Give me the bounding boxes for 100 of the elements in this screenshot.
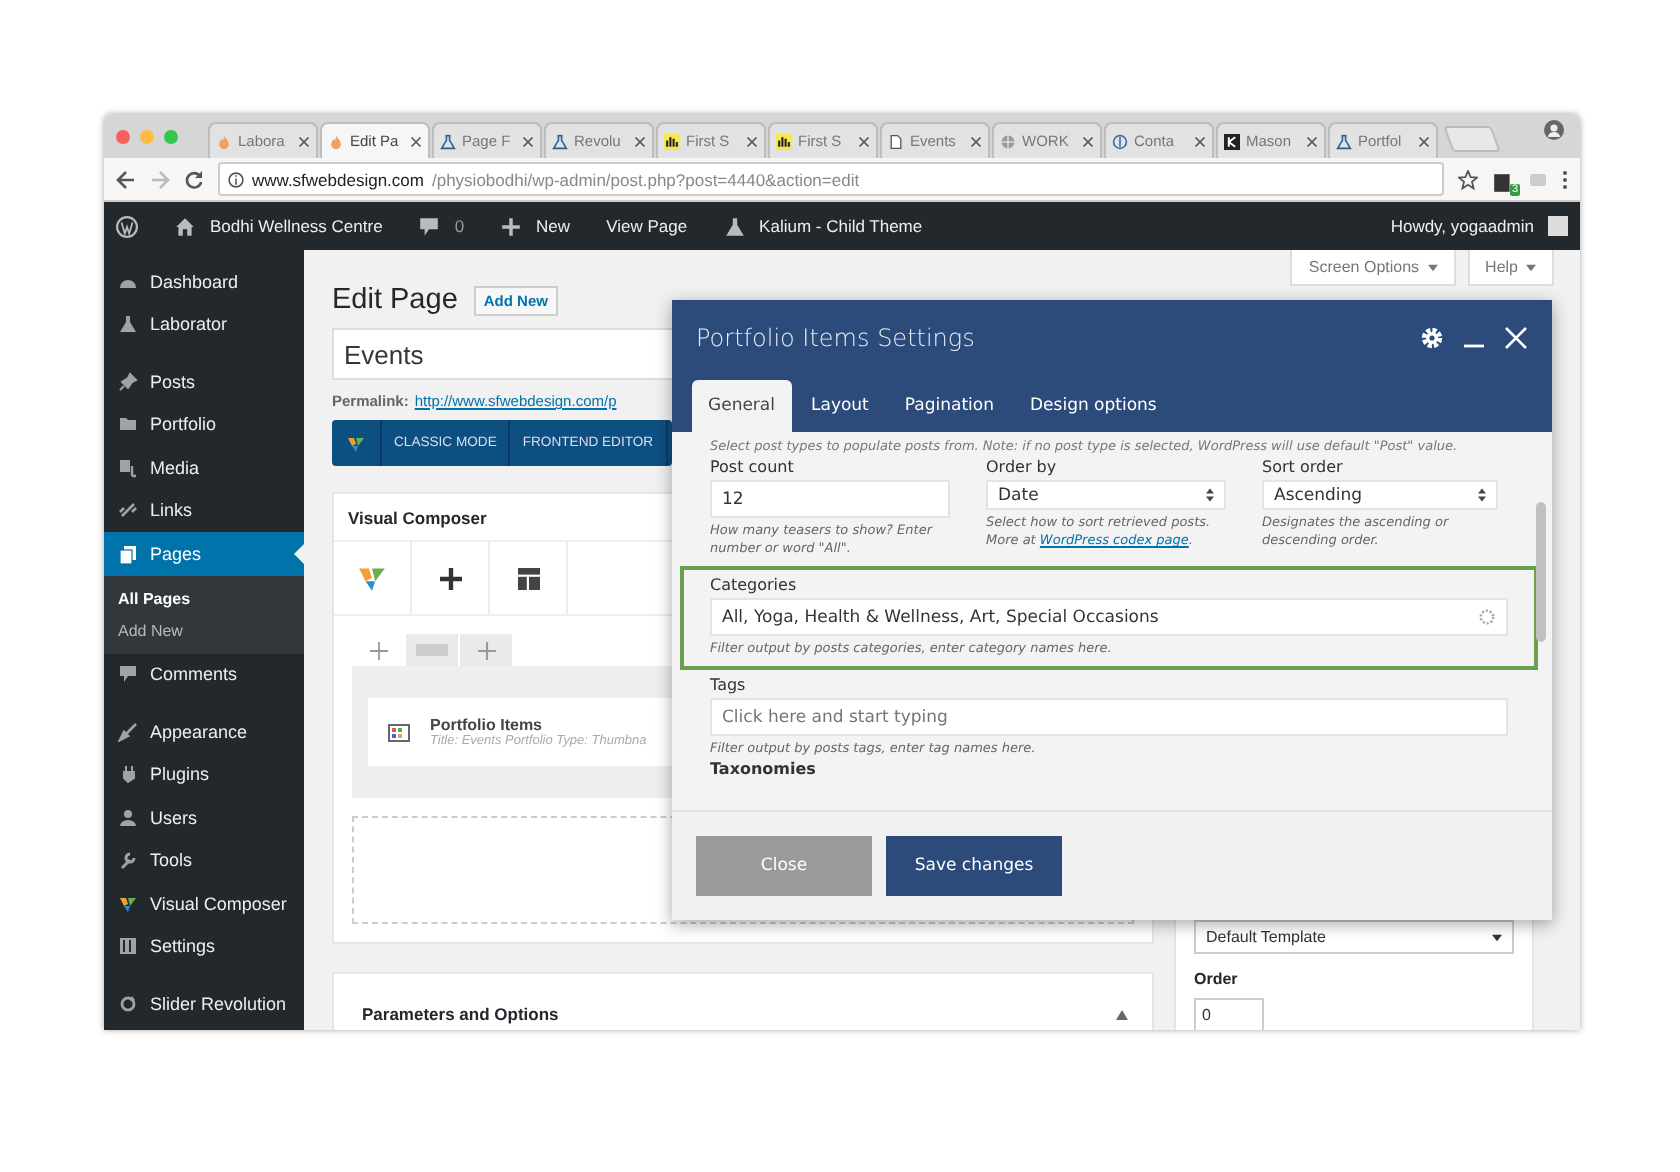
refresh-icon <box>118 993 138 1014</box>
field-label: Post count <box>710 458 796 477</box>
sliders-icon <box>118 936 138 957</box>
dialog-tab[interactable]: Design options <box>1014 380 1173 432</box>
bar-chart-icon <box>664 133 680 149</box>
close-icon[interactable] <box>1082 135 1094 147</box>
wordpress-logo-icon[interactable] <box>116 215 138 237</box>
circle-logo-icon <box>1112 133 1128 149</box>
k-logo-icon <box>1224 133 1240 149</box>
sidebar-item[interactable]: Portfolio <box>104 403 304 446</box>
categories-field[interactable]: All, Yoga, Health & Wellness, Art, Special Occasions <box>710 598 1508 637</box>
sidebar-item[interactable]: Dashboard <box>104 260 304 303</box>
field-label: Taxonomies <box>710 760 818 779</box>
field-label: Sort order <box>1262 458 1345 477</box>
close-icon[interactable] <box>522 135 534 147</box>
sidebar-item[interactable]: Appearance <box>104 710 304 753</box>
flame-icon <box>328 133 344 149</box>
sidebar-item[interactable]: Plugins <box>104 753 304 796</box>
speech-bubble-icon <box>118 664 138 685</box>
element-name: Portfolio Items <box>430 716 545 734</box>
scrollbar-thumb[interactable] <box>1536 502 1546 642</box>
new-link[interactable]: New <box>536 216 571 236</box>
dialog-tab[interactable]: Pagination <box>888 380 1010 432</box>
post-count-field[interactable]: 12 <box>710 480 950 519</box>
folder-icon <box>118 414 138 435</box>
sidebar-item[interactable]: Comments <box>104 653 304 696</box>
screen-options-button[interactable]: Screen Options <box>1290 250 1456 286</box>
flask-icon <box>118 314 138 335</box>
template-select[interactable]: Default Template <box>1194 920 1514 954</box>
close-icon[interactable] <box>1194 135 1206 147</box>
field-label: Tags <box>710 676 748 695</box>
pushpin-icon <box>118 371 138 392</box>
settings-icon[interactable] <box>1420 326 1444 350</box>
menu-icon[interactable] <box>1562 169 1568 189</box>
sort-order-select[interactable]: Ascending <box>1262 480 1498 511</box>
flask-icon <box>723 215 746 237</box>
close-icon[interactable] <box>298 135 310 147</box>
sidebar-item[interactable]: Visual Composer <box>104 882 304 925</box>
close-icon[interactable] <box>634 135 646 147</box>
tags-field[interactable]: Click here and start typing <box>710 698 1508 737</box>
close-icon[interactable] <box>970 135 982 147</box>
star-icon[interactable] <box>1458 169 1478 189</box>
submenu-item[interactable]: Add New <box>104 615 304 647</box>
sidebar-item[interactable]: Users <box>104 796 304 839</box>
sidebar-item[interactable]: Laborator <box>104 303 304 346</box>
sidebar-item[interactable]: Pages <box>104 532 304 575</box>
vc-logo-icon <box>346 433 366 453</box>
globe-icon <box>1000 133 1016 149</box>
plus-icon[interactable] <box>439 567 461 589</box>
flame-icon <box>216 133 232 149</box>
dialog-tab[interactable]: Layout <box>795 380 885 432</box>
panel-title: Visual Composer <box>348 507 487 527</box>
select-arrows-icon <box>1478 488 1486 503</box>
theme-link[interactable]: Kalium - Child Theme <box>759 216 923 236</box>
greeting-link[interactable]: Howdy, yogaadmin <box>1390 216 1534 236</box>
sidebar-item[interactable]: Posts <box>104 360 304 403</box>
flask-icon <box>1336 133 1352 149</box>
move-icon[interactable] <box>369 641 387 659</box>
reload-icon[interactable] <box>184 169 204 189</box>
speech-bubble-icon <box>418 215 441 237</box>
flask-icon <box>440 133 456 149</box>
dialog-tab[interactable]: General <box>692 380 791 432</box>
submenu-item[interactable]: All Pages <box>104 583 304 615</box>
spinner-icon <box>1478 608 1496 627</box>
field-label: Categories <box>710 576 799 595</box>
caret-icon <box>1427 263 1438 271</box>
sidebar-item[interactable]: Tools <box>104 839 304 882</box>
document-icon <box>888 133 904 149</box>
row-handle[interactable] <box>406 634 458 666</box>
address-field[interactable]: www.sfwebdesign.com/physiobodhi/wp-admin/post.php?post=4440&action=edit <box>218 162 1444 196</box>
close-icon[interactable] <box>1418 135 1430 147</box>
field-label: Order by <box>986 458 1059 477</box>
home-icon <box>174 215 196 237</box>
vc-logo-icon <box>118 893 138 914</box>
grid-thumbnail-icon <box>388 723 410 741</box>
dialog-title: Portfolio Items Settings <box>696 324 977 352</box>
view-page-link[interactable]: View Page <box>606 216 688 236</box>
flask-icon <box>552 133 568 149</box>
close-icon[interactable] <box>410 135 422 147</box>
user-account-icon[interactable] <box>1544 120 1564 140</box>
collapse-arrow-icon[interactable] <box>1116 1009 1128 1019</box>
close-icon[interactable] <box>746 135 758 147</box>
order-label: Order <box>1194 970 1240 988</box>
sidebar-item[interactable]: Links <box>104 489 304 532</box>
back-arrow-icon[interactable] <box>116 169 136 189</box>
bar-chart-icon <box>776 133 792 149</box>
info-icon[interactable] <box>228 171 244 187</box>
help-button[interactable]: Help <box>1467 250 1554 286</box>
vc-logo-icon[interactable] <box>356 562 388 594</box>
site-name-link[interactable]: Bodhi Wellness Centre <box>210 216 383 236</box>
order-by-select[interactable]: Date <box>986 480 1226 511</box>
close-icon[interactable] <box>1306 135 1318 147</box>
layout-icon[interactable] <box>517 567 539 589</box>
sidebar-item[interactable]: Media <box>104 446 304 489</box>
comment-count[interactable]: 0 <box>454 216 465 236</box>
sidebar-item[interactable]: Slider Revolution <box>104 982 304 1025</box>
close-icon[interactable] <box>858 135 870 147</box>
sidebar-item[interactable]: Settings <box>104 925 304 968</box>
dialog-button[interactable]: Save changes <box>886 836 1062 896</box>
order-field[interactable]: 0 <box>1194 998 1264 1030</box>
